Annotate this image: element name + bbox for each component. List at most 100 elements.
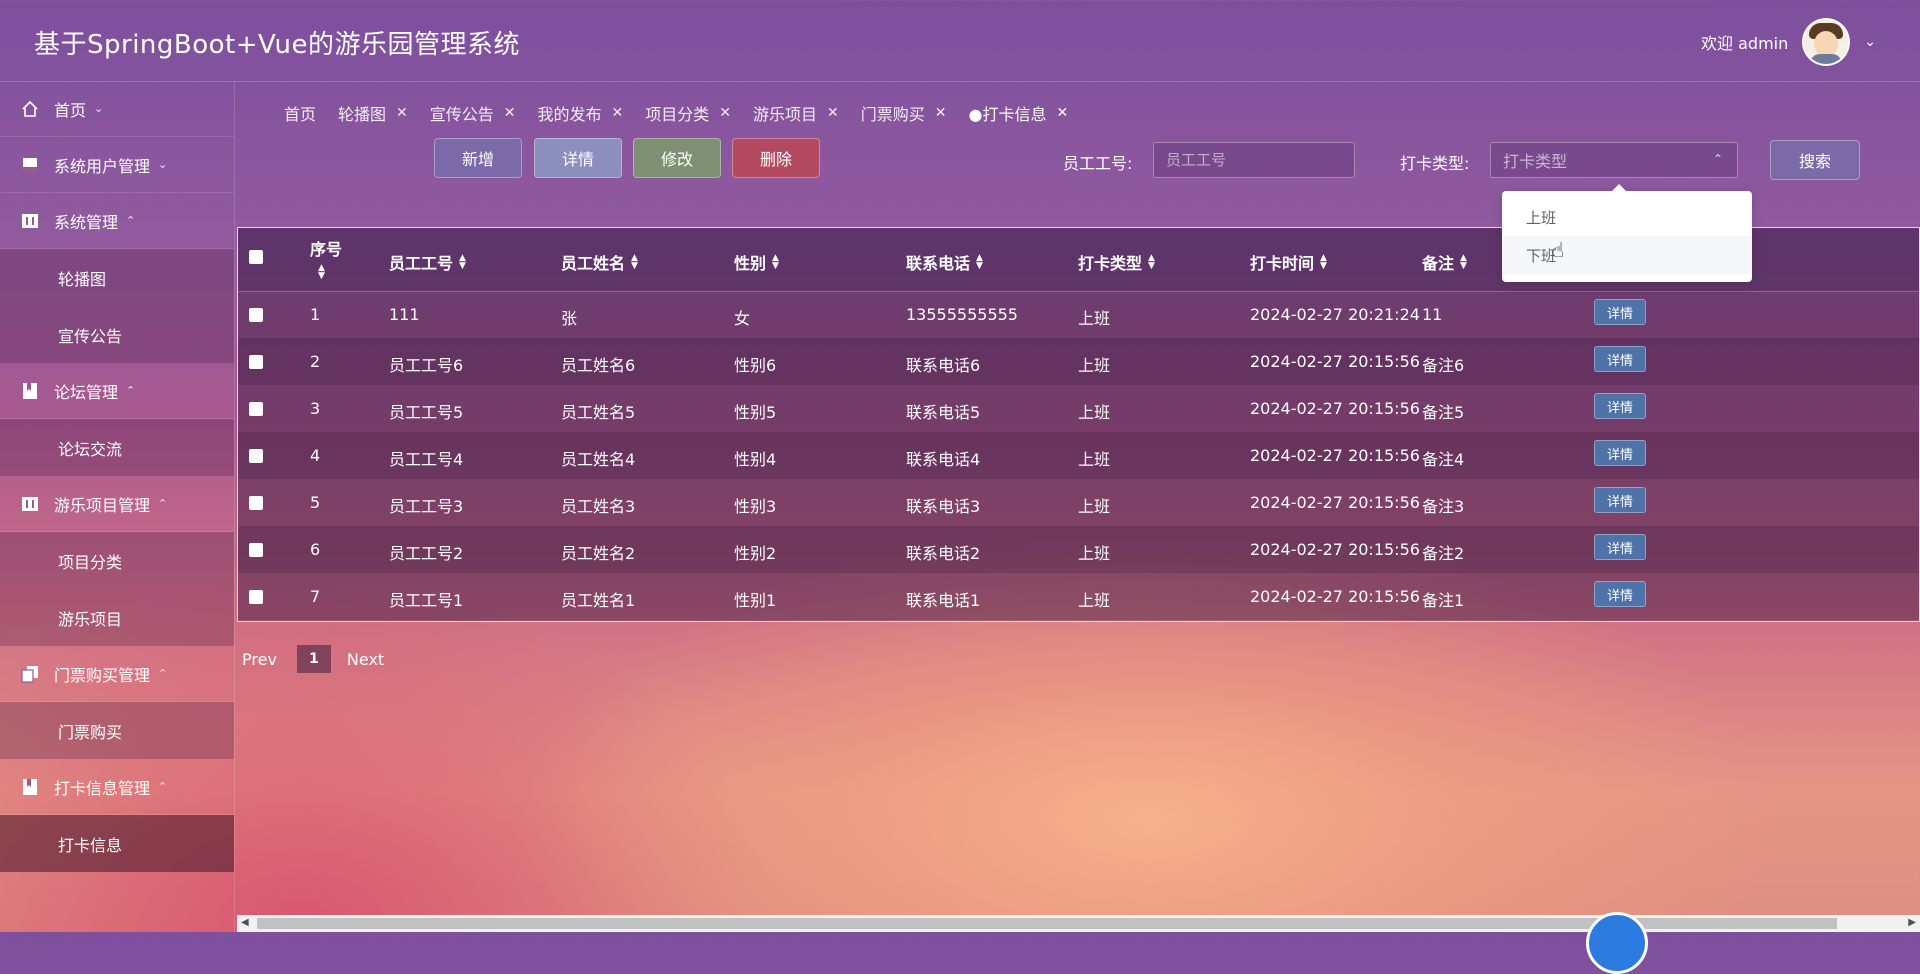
tab-announcement[interactable]: 宣传公告 ✕ (430, 101, 516, 125)
user-menu[interactable]: 欢迎 admin ⌄ (1701, 18, 1876, 66)
close-icon[interactable]: ✕ (504, 105, 516, 121)
search-button[interactable]: 搜索 (1770, 140, 1860, 180)
sort-icon[interactable]: ▲ ▼ (459, 254, 466, 271)
close-icon[interactable]: ✕ (935, 105, 947, 121)
tab-carousel[interactable]: 轮播图 ✕ (338, 101, 408, 125)
row-checkbox[interactable] (249, 496, 263, 510)
sidebar-item-ticket-management[interactable]: 门票购买管理 ⌃ (0, 646, 234, 702)
row-detail-button[interactable]: 详情 (1594, 346, 1646, 372)
row-detail-button[interactable]: 详情 (1594, 393, 1646, 419)
sidebar-item-ride-management[interactable]: 游乐项目管理 ⌃ (0, 476, 234, 532)
row-checkbox[interactable] (249, 355, 263, 369)
app-header: 基于SpringBoot+Vue的游乐园管理系统 欢迎 admin ⌄ (0, 0, 1920, 82)
option-clock-out[interactable]: 下班 (1502, 236, 1752, 274)
row-detail-button[interactable]: 详情 (1594, 299, 1646, 325)
cell-employee-id: 员工工号1 (389, 591, 464, 610)
sidebar-item-forum-management[interactable]: 论坛管理 ⌃ (0, 363, 234, 419)
add-button[interactable]: 新增 (434, 138, 522, 178)
cell-checkin-time: 2024-02-27 20:15:56 (1250, 446, 1420, 465)
cell-checkin-type: 上班 (1078, 309, 1111, 328)
chevron-down-icon: ⌄ (158, 158, 168, 171)
checkin-type-select[interactable]: 打卡类型 ⌃ (1490, 142, 1738, 178)
employee-id-input[interactable] (1153, 142, 1355, 178)
row-checkbox[interactable] (249, 590, 263, 604)
column-header-employee-id[interactable]: 员工工号 ▲ ▼ (389, 250, 466, 274)
close-icon[interactable]: ✕ (612, 105, 624, 121)
cell-checkin-type: 上班 (1078, 403, 1111, 422)
sort-icon[interactable]: ▲ ▼ (976, 254, 983, 271)
sidebar-item-checkin[interactable]: 打卡信息 (0, 815, 234, 872)
column-header-remark[interactable]: 备注 ▲ ▼ (1422, 250, 1467, 274)
row-detail-button[interactable]: 详情 (1594, 534, 1646, 560)
row-detail-button[interactable]: 详情 (1594, 581, 1646, 607)
row-checkbox[interactable] (249, 449, 263, 463)
row-detail-button[interactable]: 详情 (1594, 487, 1646, 513)
column-header-checkin-type[interactable]: 打卡类型 ▲ ▼ (1078, 250, 1155, 274)
table-row[interactable]: 3 员工工号5 员工姓名5 性别5 联系电话5 上班 2024-02-27 20… (238, 385, 1919, 432)
checkin-table: 序号 ▲ ▼ 员工工号 ▲ ▼ 员工姓名 ▲ ▼ 性别 ▲ ▼ 联系电话 ▲ ▼ 打卡类型 ▲ ▼ 打… (237, 227, 1920, 622)
row-checkbox[interactable] (249, 308, 263, 322)
bookmark-icon (20, 777, 40, 797)
detail-button[interactable]: 详情 (534, 138, 622, 178)
floating-assist-button[interactable] (1586, 912, 1648, 974)
sidebar-item-forum[interactable]: 论坛交流 (0, 419, 234, 476)
tab-checkin[interactable]: ●打卡信息 ✕ (969, 101, 1069, 125)
sidebar-item-announcement[interactable]: 宣传公告 (0, 306, 234, 363)
sidebar-item-label: 门票购买管理 (54, 665, 151, 685)
close-icon[interactable]: ✕ (719, 105, 731, 121)
scroll-left-icon[interactable]: ◀ (241, 917, 249, 928)
sort-icon[interactable]: ▲ ▼ (318, 264, 325, 281)
sidebar-item-ride-category[interactable]: 项目分类 (0, 532, 234, 589)
select-all-checkbox[interactable] (249, 250, 263, 264)
table-row[interactable]: 1 111 张 女 13555555555 上班 2024-02-27 20:2… (238, 291, 1919, 338)
edit-button[interactable]: 修改 (633, 138, 721, 178)
close-icon[interactable]: ✕ (827, 105, 839, 121)
cell-remark: 备注2 (1422, 544, 1465, 563)
table-row[interactable]: 6 员工工号2 员工姓名2 性别2 联系电话2 上班 2024-02-27 20… (238, 526, 1919, 573)
row-checkbox[interactable] (249, 402, 263, 416)
sort-icon[interactable]: ▲ ▼ (772, 254, 779, 271)
table-row[interactable]: 4 员工工号4 员工姓名4 性别4 联系电话4 上班 2024-02-27 20… (238, 432, 1919, 479)
column-header-checkin-time[interactable]: 打卡时间 ▲ ▼ (1250, 250, 1327, 274)
tab-ride-category[interactable]: 项目分类 ✕ (645, 101, 731, 125)
table-row[interactable]: 7 员工工号1 员工姓名1 性别1 联系电话1 上班 2024-02-27 20… (238, 573, 1919, 620)
horizontal-scrollbar[interactable]: ◀ ▶ (237, 915, 1920, 932)
tab-home[interactable]: 首页 (284, 101, 316, 125)
sidebar-item-ticket[interactable]: 门票购买 (0, 702, 234, 759)
sidebar-item-system-management[interactable]: 系统管理 ⌃ (0, 193, 234, 249)
close-icon[interactable]: ✕ (396, 105, 408, 121)
prev-page-button[interactable]: Prev (242, 650, 277, 669)
employee-id-label: 员工工号: (1063, 154, 1133, 173)
page-number-current[interactable]: 1 (296, 645, 331, 673)
close-icon[interactable]: ✕ (1056, 105, 1068, 121)
sidebar-item-carousel[interactable]: 轮播图 (0, 249, 234, 306)
cell-employee-name: 员工姓名6 (561, 356, 636, 375)
sort-icon[interactable]: ▲ ▼ (631, 254, 638, 271)
tab-ticket[interactable]: 门票购买 ✕ (861, 101, 947, 125)
sidebar-item-system-users[interactable]: 系统用户管理 ⌄ (0, 137, 234, 193)
tab-ride[interactable]: 游乐项目 ✕ (753, 101, 839, 125)
avatar[interactable] (1802, 18, 1851, 66)
chevron-down-icon[interactable]: ⌄ (1864, 34, 1876, 50)
row-detail-button[interactable]: 详情 (1594, 440, 1646, 466)
cell-gender: 性别2 (734, 544, 777, 563)
option-clock-in[interactable]: 上班 (1502, 198, 1752, 236)
column-header-gender[interactable]: 性别 ▲ ▼ (734, 250, 779, 274)
sidebar-item-ride[interactable]: 游乐项目 (0, 589, 234, 646)
sort-icon[interactable]: ▲ ▼ (1148, 254, 1155, 271)
scroll-right-icon[interactable]: ▶ (1908, 917, 1916, 928)
tab-my-posts[interactable]: 我的发布 ✕ (538, 101, 624, 125)
cell-gender: 性别4 (734, 450, 777, 469)
column-header-employee-name[interactable]: 员工姓名 ▲ ▼ (561, 250, 638, 274)
table-row[interactable]: 5 员工工号3 员工姓名3 性别3 联系电话3 上班 2024-02-27 20… (238, 479, 1919, 526)
row-checkbox[interactable] (249, 543, 263, 557)
column-header-phone[interactable]: 联系电话 ▲ ▼ (906, 250, 983, 274)
sidebar-item-home[interactable]: 首页 ⌄ (0, 81, 234, 137)
table-row[interactable]: 2 员工工号6 员工姓名6 性别6 联系电话6 上班 2024-02-27 20… (238, 338, 1919, 385)
sort-icon[interactable]: ▲ ▼ (1320, 254, 1327, 271)
next-page-button[interactable]: Next (347, 650, 384, 669)
sort-icon[interactable]: ▲ ▼ (1460, 254, 1467, 271)
column-header-index[interactable]: 序号 ▲ ▼ (310, 236, 342, 281)
delete-button[interactable]: 删除 (732, 138, 820, 178)
sidebar-item-checkin-management[interactable]: 打卡信息管理 ⌃ (0, 759, 234, 815)
